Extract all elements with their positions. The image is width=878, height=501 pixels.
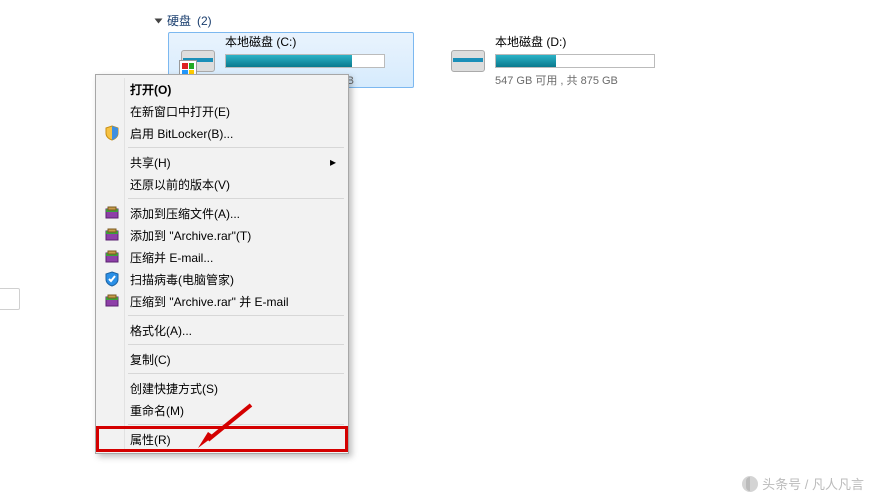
menu-separator (128, 198, 344, 199)
watermark: 头条号 / 凡人凡言 (742, 474, 864, 493)
menu-open[interactable]: 打开(O) (98, 78, 346, 100)
menu-add-to-rar[interactable]: 添加到 "Archive.rar"(T) (98, 224, 346, 246)
section-title: 硬盘 (167, 12, 191, 29)
drives-section-header[interactable]: 硬盘 (2) (156, 12, 212, 29)
menu-separator (128, 344, 344, 345)
winrar-icon (103, 248, 121, 266)
drive-usage-bar (225, 54, 385, 68)
context-menu: 打开(O) 在新窗口中打开(E) 启用 BitLocker(B)... 共享(H… (95, 74, 349, 454)
menu-restore-previous[interactable]: 还原以前的版本(V) (98, 173, 346, 195)
shield-check-icon (103, 270, 121, 288)
menu-separator (128, 373, 344, 374)
menu-compress-to-rar-email[interactable]: 压缩到 "Archive.rar" 并 E-mail (98, 290, 346, 312)
winrar-icon (103, 204, 121, 222)
drive-stats: 547 GB 可用 , 共 875 GB (495, 72, 675, 88)
section-count: (2) (197, 14, 212, 28)
menu-copy[interactable]: 复制(C) (98, 348, 346, 370)
menu-format[interactable]: 格式化(A)... (98, 319, 346, 341)
menu-properties[interactable]: 属性(R) (98, 428, 346, 450)
menu-create-shortcut[interactable]: 创建快捷方式(S) (98, 377, 346, 399)
drive-label: 本地磁盘 (C:) (225, 33, 405, 50)
menu-separator (128, 315, 344, 316)
menu-open-new-window[interactable]: 在新窗口中打开(E) (98, 100, 346, 122)
winrar-icon (103, 292, 121, 310)
drive-d[interactable]: 本地磁盘 (D:) 547 GB 可用 , 共 875 GB (438, 32, 684, 88)
menu-scan-virus[interactable]: 扫描病毒(电脑管家) (98, 268, 346, 290)
menu-add-to-archive[interactable]: 添加到压缩文件(A)... (98, 202, 346, 224)
menu-share[interactable]: 共享(H) ▸ (98, 151, 346, 173)
drive-icon (447, 40, 487, 80)
winrar-icon (103, 226, 121, 244)
shield-icon (103, 124, 121, 142)
menu-bitlocker[interactable]: 启用 BitLocker(B)... (98, 122, 346, 144)
menu-separator (128, 147, 344, 148)
menu-compress-email[interactable]: 压缩并 E-mail... (98, 246, 346, 268)
menu-rename[interactable]: 重命名(M) (98, 399, 346, 421)
menu-separator (128, 424, 344, 425)
watermark-text: 头条号 / 凡人凡言 (762, 474, 864, 493)
drive-label: 本地磁盘 (D:) (495, 33, 675, 50)
drive-usage-bar (495, 54, 655, 68)
sidebar-stub (0, 288, 20, 310)
submenu-arrow-icon: ▸ (330, 155, 336, 169)
collapse-triangle-icon[interactable] (155, 18, 163, 23)
toutiao-logo-icon (742, 476, 758, 492)
